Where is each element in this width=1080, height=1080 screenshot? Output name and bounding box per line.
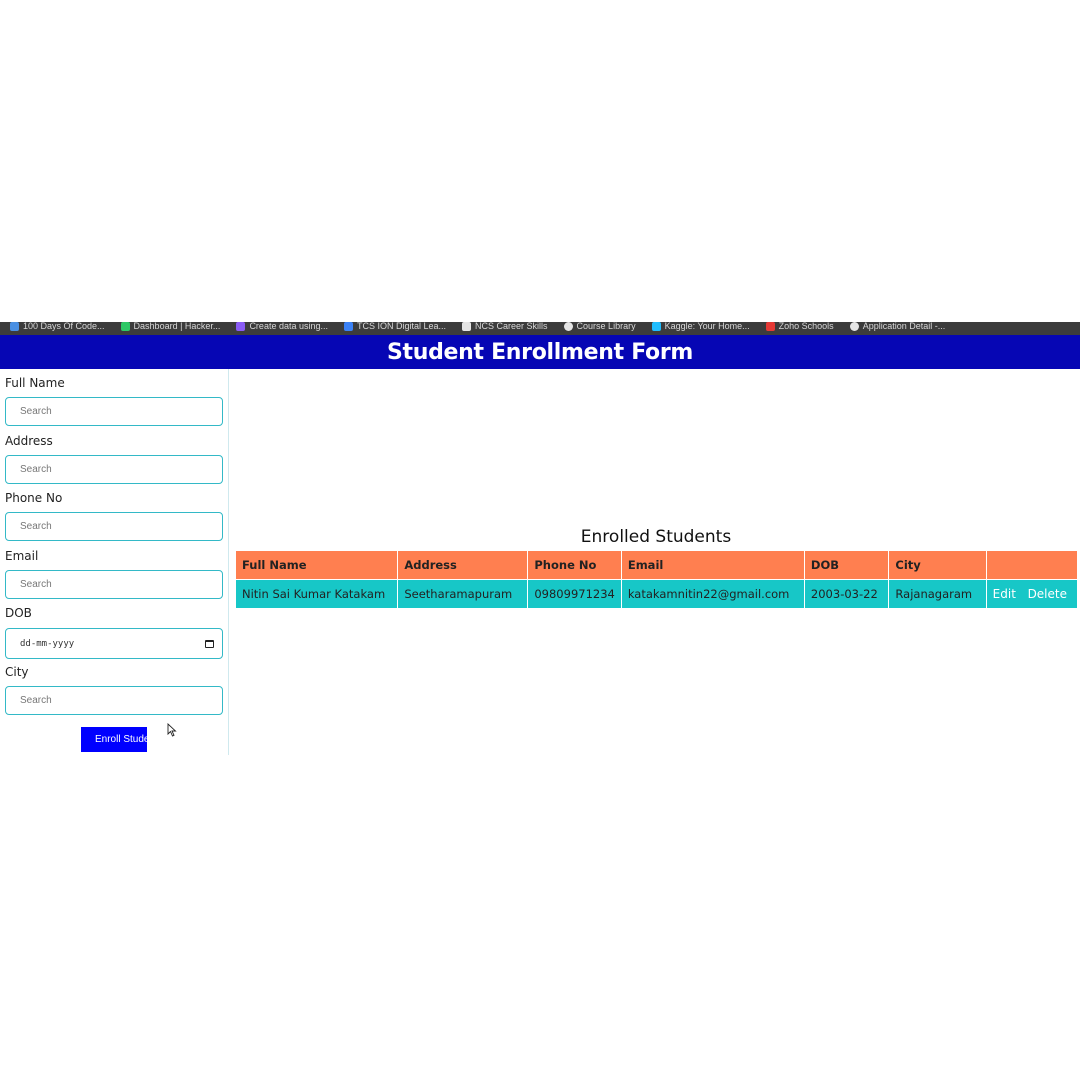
bookmark-icon [651,322,661,331]
address-input[interactable]: Search [5,455,223,484]
dob-input[interactable]: dd-mm-yyyy [5,628,223,659]
edit-button[interactable]: Edit [989,587,1020,601]
bookmark-label: NCS Career Skills [475,322,548,331]
email-input[interactable]: Search [5,570,223,599]
bookmark-item[interactable]: Zoho Schools [765,322,834,332]
enroll-student-button[interactable]: Enroll Stude [81,727,147,752]
page-header: Student Enrollment Form [0,335,1080,369]
bookmark-item[interactable]: 100 Days Of Code... [10,322,105,332]
bookmark-icon [765,322,775,331]
cell-phone: 09809971234 [527,579,622,608]
table-row: Nitin Sai Kumar Katakam Seetharamapuram … [236,579,1077,608]
bookmark-label: Kaggle: Your Home... [664,322,750,331]
table-title: Enrolled Students [580,527,732,547]
bookmark-item[interactable]: Application Detail -... [849,322,946,332]
calendar-icon[interactable] [205,639,214,648]
bookmark-item[interactable]: Create data using... [236,322,328,332]
page-title: Student Enrollment Form [386,339,694,365]
cell-address: Seetharamapuram [397,579,529,608]
cell-full-name: Nitin Sai Kumar Katakam [236,579,399,608]
cell-actions: Edit Delete [986,579,1077,608]
bookmark-label: Dashboard | Hacker... [133,322,221,331]
address-label: Address [5,434,53,448]
table-header-row: Full Name Address Phone No Email DOB Cit… [236,551,1077,580]
delete-button[interactable]: Delete [1024,587,1071,601]
bookmark-icon [563,322,573,331]
email-placeholder: Search [20,579,52,590]
email-label: Email [5,549,39,563]
column-header: Phone No [527,551,622,580]
page: 100 Days Of Code... Dashboard | Hacker..… [0,0,1080,1080]
bookmark-icon [849,322,859,331]
students-table: Full Name Address Phone No Email DOB Cit… [236,551,1077,608]
bookmark-item[interactable]: Dashboard | Hacker... [120,322,221,332]
bookmark-label: Course Library [576,322,636,331]
column-header: Address [397,551,529,580]
full-name-placeholder: Search [20,406,52,417]
bookmark-icon [10,322,19,331]
bookmark-item[interactable]: Course Library [563,322,636,332]
dob-label: DOB [5,606,32,620]
bookmark-item[interactable]: Kaggle: Your Home... [651,322,750,332]
bookmarks-bar: 100 Days Of Code... Dashboard | Hacker..… [0,322,1080,335]
bookmark-icon [236,322,246,331]
bookmark-item[interactable]: TCS ION Digital Lea... [344,322,446,332]
bookmark-label: 100 Days Of Code... [23,322,105,331]
bookmark-icon [462,322,472,331]
address-placeholder: Search [20,464,52,475]
column-header: DOB [804,551,890,580]
bookmark-label: Application Detail -... [862,322,946,331]
full-name-input[interactable]: Search [5,397,223,426]
column-header: Full Name [236,551,399,580]
city-label: City [5,665,29,679]
column-header: Email [621,551,805,580]
bookmark-label: TCS ION Digital Lea... [357,322,447,331]
dob-placeholder: dd-mm-yyyy [20,638,75,649]
phone-label: Phone No [5,491,63,505]
bookmark-item[interactable]: NCS Career Skills [462,322,548,332]
full-name-label: Full Name [5,376,65,390]
column-header [986,551,1077,580]
bookmark-icon [344,322,353,331]
bookmark-label: Create data using... [249,322,328,331]
phone-input[interactable]: Search [5,512,223,541]
city-input[interactable]: Search [5,686,223,715]
city-placeholder: Search [20,695,52,706]
bookmark-icon [120,322,130,331]
phone-placeholder: Search [20,521,52,532]
cell-dob: 2003-03-22 [804,579,890,608]
enrollment-form: Full Name Search Address Search Phone No… [0,369,229,755]
cell-city: Rajanagaram [888,579,987,608]
column-header: City [888,551,987,580]
bookmark-label: Zoho Schools [778,322,834,331]
cell-email: katakamnitin22@gmail.com [621,579,805,608]
mouse-cursor-icon [167,723,177,737]
